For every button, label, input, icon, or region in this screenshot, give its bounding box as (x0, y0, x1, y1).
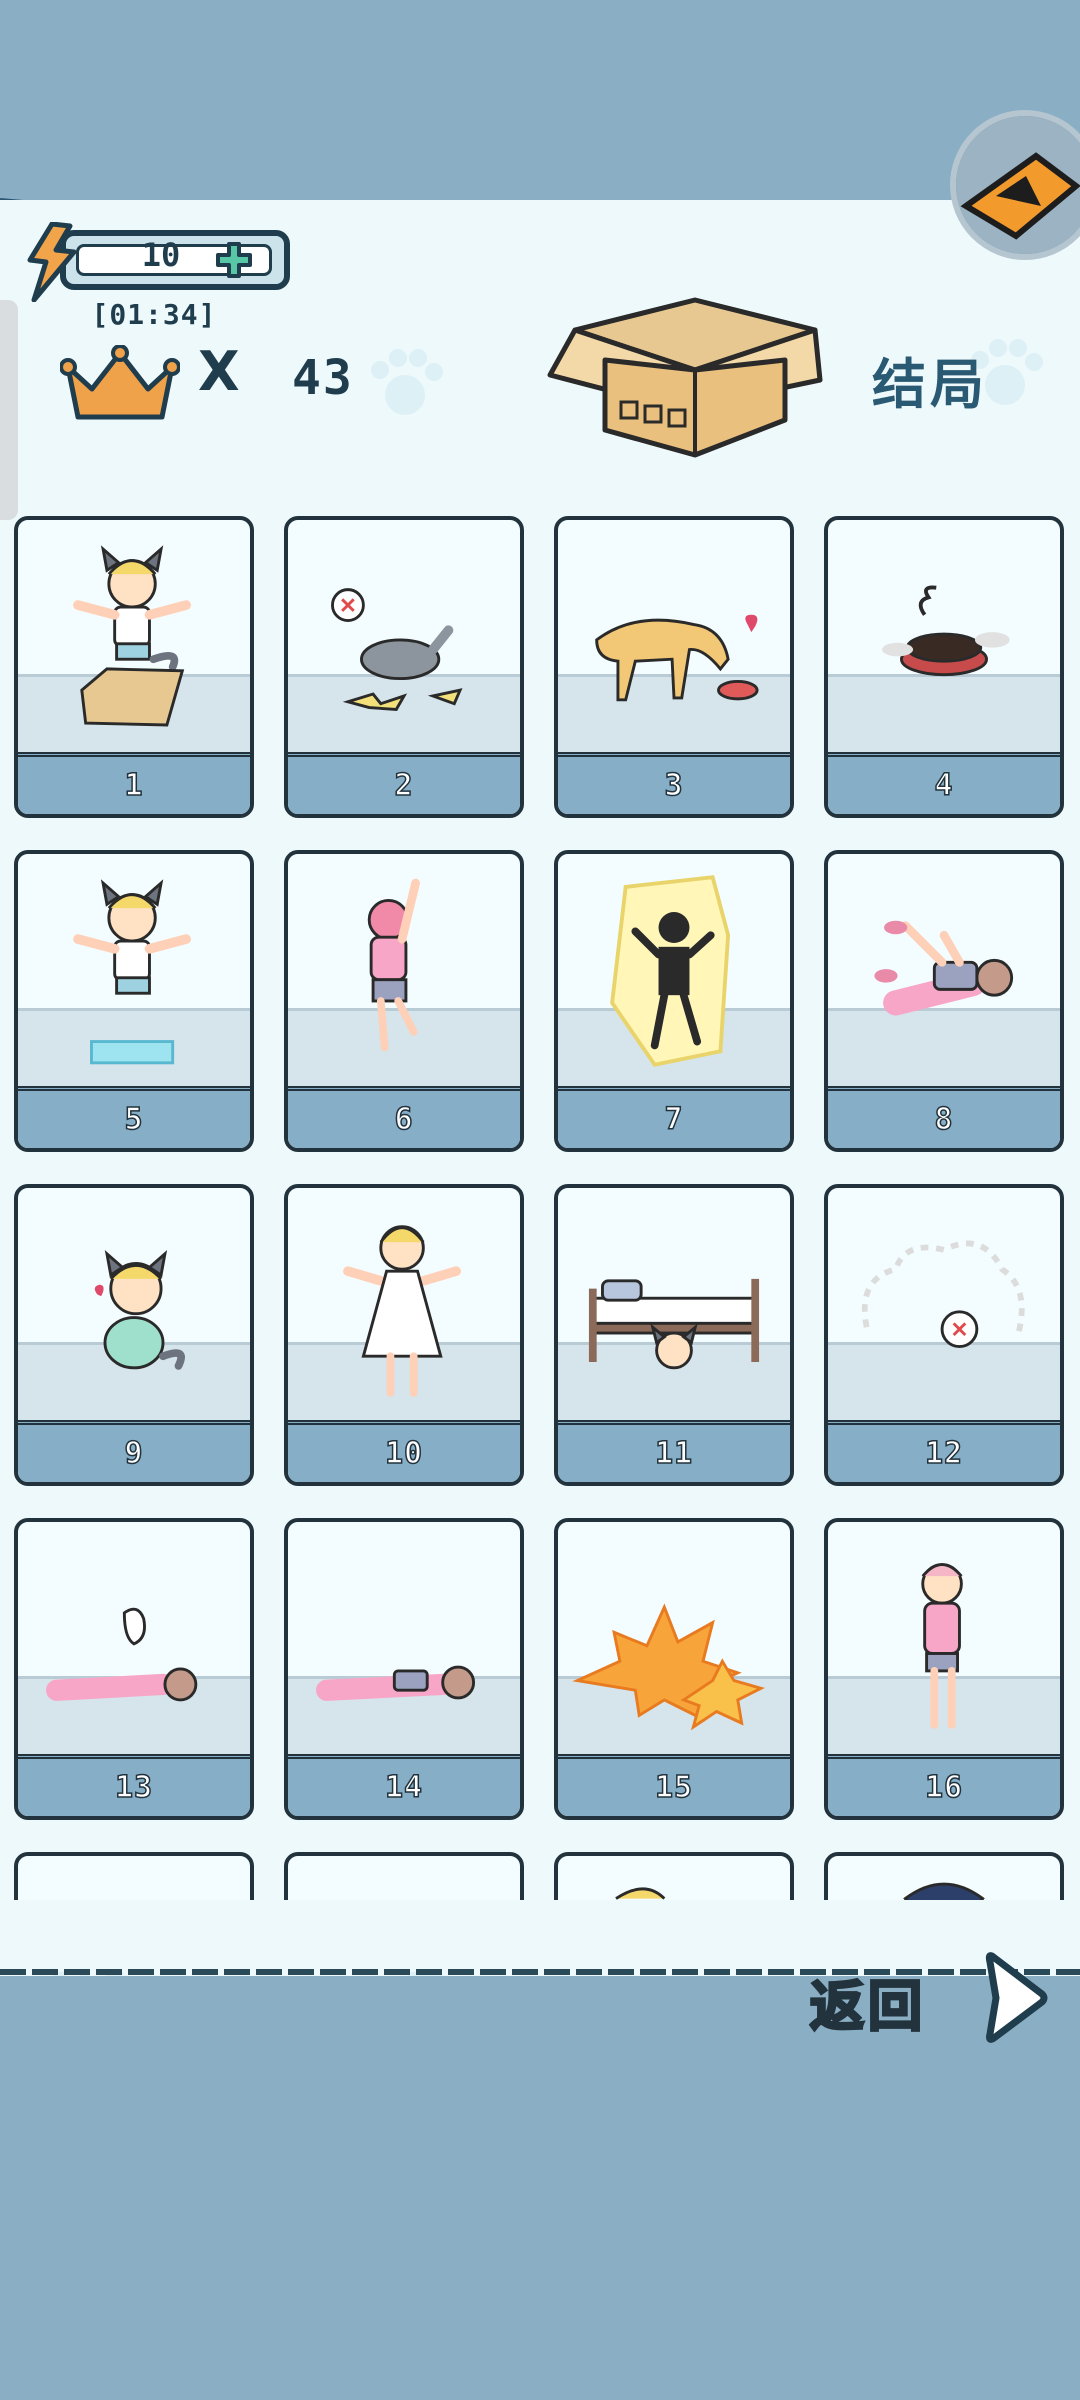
ending-4-illustration (882, 585, 1010, 677)
ending-card-13[interactable]: 13 (14, 1518, 254, 1820)
ending-number: 1 (124, 767, 144, 804)
ending-6-illustration (367, 878, 420, 1052)
chevron-right-icon (985, 1952, 1048, 2043)
back-button[interactable]: 返回 (809, 1948, 1060, 2048)
ending-16-illustration (921, 1563, 963, 1729)
ending-11-illustration (588, 1278, 760, 1370)
ending-number: 14 (384, 1769, 424, 1806)
ending-12-illustration (861, 1240, 1025, 1349)
side-drawer-handle[interactable] (0, 300, 18, 520)
crown-count: 43 (292, 350, 354, 406)
ending-card-16[interactable]: 16 (824, 1518, 1064, 1820)
ending-card-6[interactable]: 6 (284, 850, 524, 1152)
ending-card-8[interactable]: 8 (824, 850, 1064, 1152)
ending-card-12[interactable]: 12 (824, 1184, 1064, 1486)
ending-number: 16 (924, 1769, 964, 1806)
cardboard-box-icon (547, 297, 823, 458)
energy-timer: [01:34] (91, 298, 217, 331)
ending-number: 3 (664, 767, 684, 804)
ending-card-15[interactable]: 15 (554, 1518, 794, 1820)
ending-3-illustration (595, 614, 759, 702)
endings-grid: 1 2 3 4 5 6 7 8 9 10 11 12 13 14 15 16 (0, 512, 1080, 1912)
page-title: 结局 (872, 353, 988, 416)
lightning-bolt-icon (27, 222, 77, 302)
energy-counter: 10 (22, 222, 290, 302)
ending-card-2[interactable]: 2 (284, 516, 524, 818)
ending-1-illustration (73, 545, 192, 727)
ending-card-11[interactable]: 11 (554, 1184, 794, 1486)
ending-13-illustration (46, 1607, 198, 1702)
ending-number: 5 (124, 1101, 144, 1138)
back-label: 返回 (809, 1974, 926, 2040)
ending-7-illustration (610, 875, 731, 1067)
ending-card-3[interactable]: 3 (554, 516, 794, 818)
ending-number: 15 (654, 1769, 694, 1806)
ending-number: 8 (934, 1101, 954, 1138)
ending-number: 4 (934, 767, 954, 804)
crown-multiplier: X (198, 340, 240, 403)
ending-15-illustration (572, 1603, 765, 1731)
ending-number: 7 (664, 1101, 684, 1138)
add-energy-button[interactable] (214, 240, 254, 280)
ending-card-14[interactable]: 14 (284, 1518, 524, 1820)
paw-print-icon (371, 349, 443, 415)
ending-9-illustration (94, 1249, 185, 1370)
ending-number: 11 (654, 1435, 694, 1472)
ending-number: 12 (924, 1435, 964, 1472)
ending-number: 2 (394, 767, 414, 804)
ending-card-4[interactable]: 4 (824, 516, 1064, 818)
crown-icon (60, 345, 180, 420)
ending-5-illustration (73, 879, 192, 1065)
energy-value: 10 (141, 236, 181, 274)
ending-14-illustration (316, 1665, 476, 1701)
ending-number: 13 (114, 1769, 154, 1806)
ending-card-10[interactable]: 10 (284, 1184, 524, 1486)
ending-card-7[interactable]: 7 (554, 850, 794, 1152)
ending-10-illustration (343, 1225, 462, 1397)
ending-8-illustration (874, 920, 1014, 1016)
ending-card-9[interactable]: 9 (14, 1184, 254, 1486)
ending-card-1[interactable]: 1 (14, 516, 254, 818)
ending-2-illustration (331, 588, 463, 712)
character-avatar-icon (956, 116, 1080, 254)
ending-number: 6 (394, 1101, 414, 1138)
ending-card-5[interactable]: 5 (14, 850, 254, 1152)
ending-number: 10 (384, 1435, 424, 1472)
ending-number: 9 (124, 1435, 144, 1472)
